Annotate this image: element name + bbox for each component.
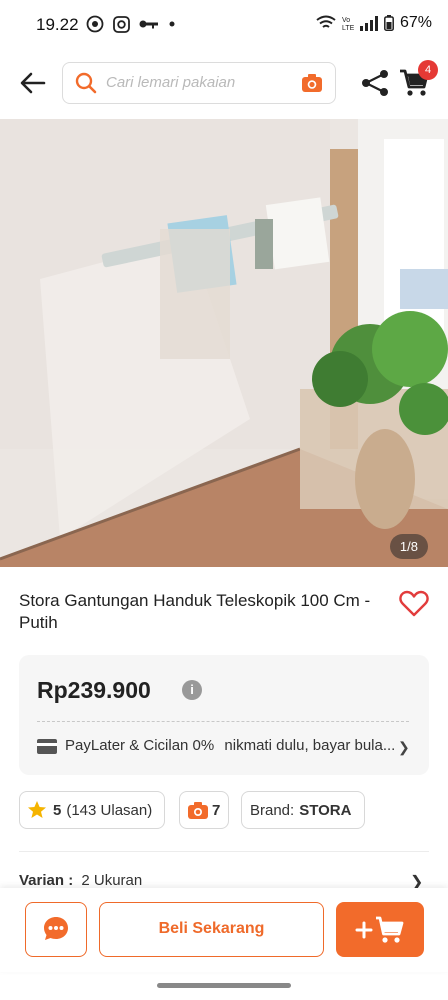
top-app-bar: Cari lemari pakaian 4 bbox=[0, 56, 448, 112]
heart-icon[interactable] bbox=[399, 590, 429, 618]
price-card: Rp239.900 i PayLater & Cicilan 0% nikmat… bbox=[19, 655, 429, 775]
star-icon bbox=[28, 801, 46, 818]
photo-count: 7 bbox=[212, 801, 221, 819]
bottom-action-bar: Beli Sekarang bbox=[0, 888, 448, 972]
signal-icon bbox=[359, 15, 378, 31]
chat-button[interactable] bbox=[25, 902, 87, 957]
variant-label: Varian : bbox=[19, 872, 74, 889]
key-icon bbox=[139, 20, 158, 29]
home-indicator bbox=[157, 983, 291, 988]
buy-now-button[interactable]: Beli Sekarang bbox=[99, 902, 324, 957]
chevron-right-icon[interactable]: ❯ bbox=[398, 739, 410, 756]
brand-label: Brand: bbox=[250, 801, 295, 819]
brand-chip[interactable]: Brand: STORA bbox=[241, 791, 365, 829]
whatsapp-icon bbox=[86, 15, 104, 33]
search-input[interactable]: Cari lemari pakaian bbox=[62, 62, 336, 104]
divider bbox=[37, 721, 409, 722]
share-icon[interactable] bbox=[360, 68, 390, 98]
card-icon bbox=[37, 738, 57, 754]
product-image[interactable]: 1/8 bbox=[0, 119, 448, 567]
info-icon[interactable]: i bbox=[182, 680, 202, 700]
product-photo bbox=[0, 119, 448, 567]
add-to-cart-button[interactable] bbox=[336, 902, 424, 957]
paylater-description: nikmati dulu, bayar bula... bbox=[224, 737, 396, 754]
photo-review-chip[interactable]: 7 bbox=[179, 791, 229, 829]
search-placeholder: Cari lemari pakaian bbox=[106, 74, 236, 91]
image-counter: 1/8 bbox=[389, 534, 428, 559]
dot-icon bbox=[169, 21, 175, 27]
section-divider bbox=[19, 851, 429, 852]
add-to-cart-icon bbox=[355, 916, 404, 943]
paylater-row[interactable]: PayLater & Cicilan 0% nikmati dulu, baya… bbox=[37, 737, 427, 759]
notification-icons bbox=[86, 15, 176, 33]
cart-badge: 4 bbox=[418, 60, 438, 80]
search-icon bbox=[75, 72, 97, 94]
variant-value: 2 Ukuran bbox=[81, 872, 143, 889]
battery-icon bbox=[384, 15, 394, 31]
rating-value: 5 bbox=[53, 801, 62, 819]
back-arrow-icon[interactable] bbox=[18, 68, 48, 98]
camera-icon[interactable] bbox=[301, 72, 323, 94]
wifi-icon bbox=[316, 15, 336, 28]
camera-icon bbox=[188, 802, 208, 819]
status-time: 19.22 bbox=[36, 15, 79, 34]
volte-icon: VoLTE bbox=[342, 17, 354, 31]
svg-text:LTE: LTE bbox=[342, 25, 354, 31]
brand-value: STORA bbox=[299, 801, 352, 819]
variant-row[interactable]: Varian : 2 Ukuran bbox=[19, 872, 142, 889]
instagram-icon bbox=[113, 15, 130, 33]
product-title: Stora Gantungan Handuk Teleskopik 100 Cm… bbox=[19, 591, 371, 632]
chat-icon bbox=[44, 917, 68, 940]
paylater-label: PayLater & Cicilan 0% bbox=[65, 737, 215, 754]
status-bar: 19.22 Vo LTE 67% bbox=[0, 0, 448, 48]
system-icons: Vo LTE 67% bbox=[316, 14, 432, 32]
product-price: Rp239.900 bbox=[37, 677, 151, 703]
battery-percent: 67% bbox=[399, 14, 432, 31]
review-count: (143 Ulasan) bbox=[66, 801, 153, 819]
svg-text:Vo: Vo bbox=[342, 17, 350, 24]
rating-chip[interactable]: 5 (143 Ulasan) bbox=[19, 791, 165, 829]
